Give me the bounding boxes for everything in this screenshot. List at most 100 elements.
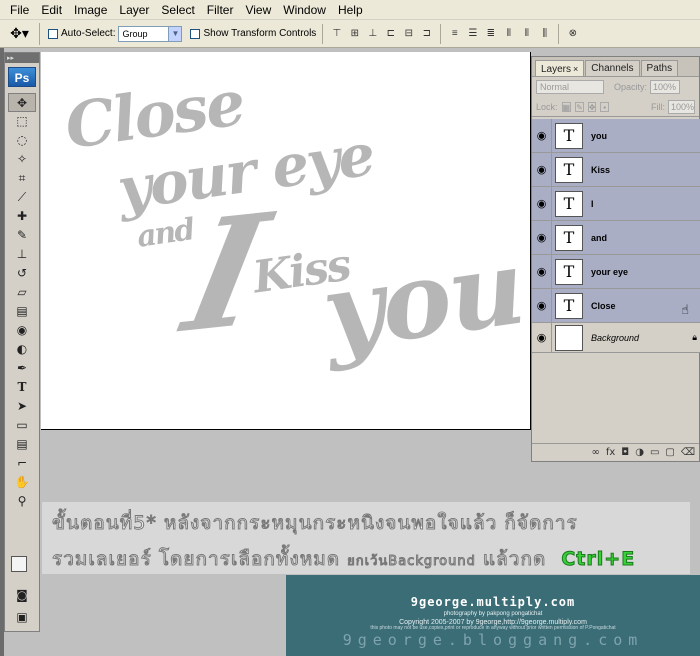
- canvas-text-you: you: [315, 224, 531, 375]
- eye-icon[interactable]: ◉: [532, 187, 552, 220]
- photoshop-window: File Edit Image Layer Select Filter View…: [0, 0, 700, 656]
- lasso-tool-icon[interactable]: ◌: [8, 131, 36, 150]
- distribute-right-icon[interactable]: ⫼: [537, 27, 552, 41]
- path-selection-tool-icon[interactable]: ➤: [8, 397, 36, 416]
- menu-select[interactable]: Select: [155, 0, 200, 20]
- crop-tool-icon[interactable]: ⌗: [8, 169, 36, 188]
- photoshop-logo[interactable]: Ps: [8, 67, 36, 87]
- align-right-icon[interactable]: ⊐: [419, 27, 434, 41]
- tab-channels[interactable]: Channels: [585, 60, 640, 76]
- magic-wand-tool-icon[interactable]: ✧: [8, 150, 36, 169]
- opacity-field[interactable]: 100%: [650, 80, 681, 94]
- auto-select-checkbox[interactable]: [48, 28, 58, 39]
- lock-position-icon[interactable]: ✥: [587, 101, 597, 112]
- eraser-tool-icon[interactable]: ▱: [8, 283, 36, 302]
- toolbox-grip[interactable]: ▸▸: [5, 53, 39, 63]
- menu-file[interactable]: File: [4, 0, 35, 20]
- menu-view[interactable]: View: [239, 0, 277, 20]
- brush-tool-icon[interactable]: ✎: [8, 226, 36, 245]
- adjustment-layer-icon[interactable]: ◑: [635, 447, 644, 458]
- blur-tool-icon[interactable]: ◉: [8, 321, 36, 340]
- tab-paths[interactable]: Paths: [640, 60, 679, 76]
- eye-icon[interactable]: ◉: [532, 119, 552, 152]
- slice-tool-icon[interactable]: ⟋: [8, 188, 36, 207]
- move-tool-preset-icon[interactable]: ✥▾: [0, 22, 40, 45]
- tab-layers[interactable]: Layers ×: [535, 60, 585, 76]
- layer-row-i[interactable]: ◉ T I: [532, 187, 700, 221]
- lock-icon: 🔒︎: [692, 332, 697, 343]
- type-tool-icon[interactable]: T: [8, 378, 36, 397]
- menu-filter[interactable]: Filter: [201, 0, 240, 20]
- align-left-icon[interactable]: ⊏: [383, 27, 398, 41]
- background-thumbnail: [555, 324, 583, 351]
- eye-icon[interactable]: ◉: [532, 153, 552, 186]
- caption-line-2c: แล้วกด: [482, 548, 547, 571]
- menu-image[interactable]: Image: [68, 0, 113, 20]
- lock-transparency-icon[interactable]: ▦: [561, 101, 572, 112]
- notes-tool-icon[interactable]: ▤: [8, 435, 36, 454]
- menu-window[interactable]: Window: [277, 0, 332, 20]
- divider: [322, 23, 324, 44]
- align-vcenter-icon[interactable]: ⊞: [347, 27, 362, 41]
- eye-icon[interactable]: ◉: [532, 255, 552, 288]
- menu-help[interactable]: Help: [332, 0, 369, 20]
- close-icon[interactable]: ×: [573, 64, 578, 74]
- auto-select-label: Auto-Select:: [61, 28, 116, 39]
- layer-row-background[interactable]: ◉ Background 🔒︎: [532, 323, 700, 353]
- quick-mask-icon[interactable]: ◙: [8, 586, 36, 605]
- layer-row-close[interactable]: ◉ T Close ☝: [532, 289, 700, 323]
- layer-style-icon[interactable]: fx: [606, 447, 615, 458]
- healing-brush-tool-icon[interactable]: ✚: [8, 207, 36, 226]
- trash-icon[interactable]: ⌫: [681, 447, 695, 458]
- pen-tool-icon[interactable]: ✒: [8, 359, 36, 378]
- new-group-icon[interactable]: ▭: [650, 447, 659, 458]
- zoom-tool-icon[interactable]: ⚲: [8, 492, 36, 511]
- distribute-bottom-icon[interactable]: ≣: [483, 27, 498, 41]
- blend-mode-select[interactable]: Normal: [536, 80, 604, 94]
- eyedropper-tool-icon[interactable]: ⌐: [8, 454, 36, 473]
- divider: [440, 23, 442, 44]
- canvas-text-and: and: [134, 212, 196, 255]
- transform-controls-checkbox[interactable]: [190, 28, 201, 39]
- layer-row-you[interactable]: ◉ T you: [532, 119, 700, 153]
- text-layer-thumbnail: T: [555, 190, 583, 217]
- foreground-color-swatch[interactable]: [11, 556, 27, 572]
- history-brush-tool-icon[interactable]: ↺: [8, 264, 36, 283]
- distribute-top-icon[interactable]: ≡: [447, 27, 462, 41]
- move-tool-icon[interactable]: ✥: [8, 93, 36, 112]
- eye-icon[interactable]: ◉: [532, 289, 552, 322]
- new-layer-icon[interactable]: ▢: [665, 447, 674, 458]
- text-layer-thumbnail: T: [555, 122, 583, 149]
- align-top-icon[interactable]: ⊤: [329, 27, 344, 41]
- layer-row-kiss[interactable]: ◉ T Kiss: [532, 153, 700, 187]
- lock-all-icon[interactable]: ▪: [600, 101, 609, 112]
- menu-layer[interactable]: Layer: [113, 0, 155, 20]
- eye-icon[interactable]: ◉: [532, 221, 552, 254]
- auto-align-icon[interactable]: ⊗: [565, 27, 580, 41]
- align-buttons: ⊤ ⊞ ⊥ ⊏ ⊟ ⊐: [329, 27, 434, 41]
- lock-pixels-icon[interactable]: ✎: [575, 101, 584, 112]
- text-layer-thumbnail: T: [555, 258, 583, 285]
- layer-row-your-eye[interactable]: ◉ T your eye: [532, 255, 700, 289]
- marquee-tool-icon[interactable]: ⬚: [8, 112, 36, 131]
- gradient-tool-icon[interactable]: ▤: [8, 302, 36, 321]
- align-hcenter-icon[interactable]: ⊟: [401, 27, 416, 41]
- distribute-vcenter-icon[interactable]: ☰: [465, 27, 480, 41]
- document-canvas[interactable]: Close your eye and I Kiss you: [41, 52, 531, 430]
- fill-field[interactable]: 100%: [667, 99, 695, 114]
- menu-edit[interactable]: Edit: [35, 0, 68, 20]
- link-layers-icon[interactable]: ∞: [592, 447, 600, 458]
- dodge-tool-icon[interactable]: ◐: [8, 340, 36, 359]
- hand-tool-icon[interactable]: ✋: [8, 473, 36, 492]
- menu-bar: File Edit Image Layer Select Filter View…: [0, 0, 700, 20]
- layer-row-and[interactable]: ◉ T and: [532, 221, 700, 255]
- distribute-hcenter-icon[interactable]: ⦀: [519, 27, 534, 41]
- layer-mask-icon[interactable]: ◘: [621, 447, 629, 458]
- auto-select-dropdown[interactable]: Group ▼: [118, 25, 183, 42]
- distribute-left-icon[interactable]: ⫴: [501, 27, 516, 41]
- screen-mode-icon[interactable]: ▣: [8, 608, 36, 627]
- clone-stamp-tool-icon[interactable]: ⊥: [8, 245, 36, 264]
- eye-icon[interactable]: ◉: [532, 323, 552, 352]
- shape-tool-icon[interactable]: ▭: [8, 416, 36, 435]
- align-bottom-icon[interactable]: ⊥: [365, 27, 380, 41]
